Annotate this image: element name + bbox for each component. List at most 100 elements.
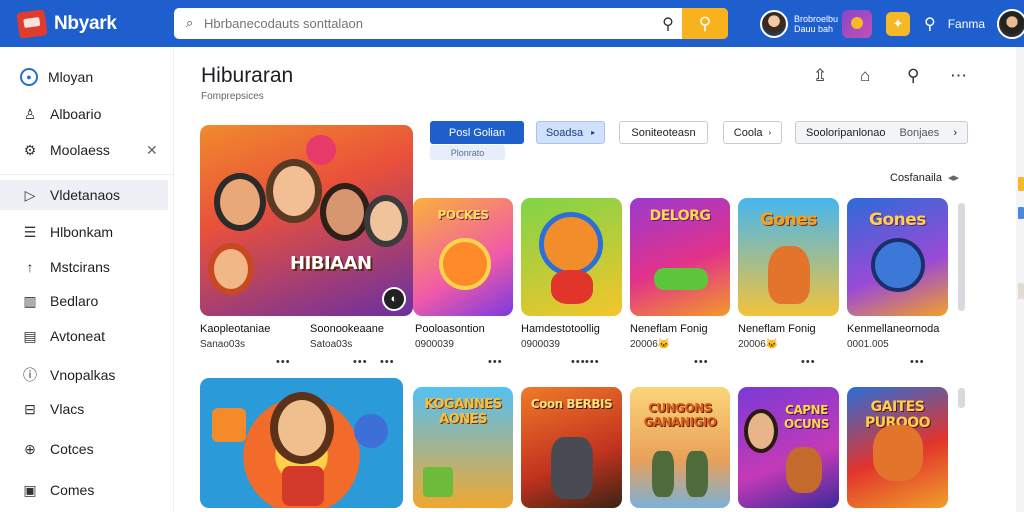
sidebar-item-label: Mloyan (48, 69, 94, 85)
game-meta: 0900039 (521, 339, 560, 350)
sidebar-item-label: Hlbonkam (50, 224, 114, 240)
user-name[interactable]: Fanma (948, 17, 985, 31)
search-button[interactable]: ⚲ (682, 8, 728, 39)
more-icon[interactable]: ••• (488, 356, 503, 368)
filter-dropdown-label: Soadsa (545, 126, 584, 139)
promo-text: Brobroelbu Dauu bah (794, 13, 839, 34)
logo-mark-icon (16, 8, 48, 39)
game-meta: 20006🐱 (738, 339, 779, 350)
game-title[interactable]: Kenmellaneornoda (847, 323, 939, 335)
sidebar-item-news[interactable]: ⓘ Vnopalkas (0, 360, 168, 390)
search-icon[interactable]: ⚲ (907, 66, 919, 86)
search-input[interactable] (174, 8, 654, 39)
game-thumbnail[interactable]: POCKES (413, 198, 513, 316)
game-title[interactable]: Neneflam Fonig (738, 323, 816, 335)
game-thumbnail[interactable]: GAITES PUROOO (847, 387, 948, 508)
filter-option-2-label: Coola (733, 126, 763, 139)
game-title[interactable]: Kaopleotaniae (200, 323, 270, 335)
more-icon[interactable]: ••• (910, 356, 925, 368)
game-meta: 0900039 (415, 339, 454, 350)
close-icon[interactable]: ✕ (146, 142, 158, 159)
game-thumbnail[interactable]: HIBIAAN ◐ (200, 125, 413, 316)
thumb-title: CUNGONS GANANIGIO (643, 401, 718, 429)
game-meta: 0001.005 (847, 339, 889, 350)
thumb-title: DELORG (649, 208, 711, 224)
sidebar-item-videos[interactable]: ▷ Vldetanaos (0, 180, 168, 210)
filter-combo-right: Bonjaes (899, 126, 940, 139)
more-icon[interactable]: ••• (694, 356, 709, 368)
header-search-icon[interactable]: ⚲ (924, 14, 936, 34)
primary-filter-button[interactable]: Posl Golian (430, 121, 524, 144)
scrollbar[interactable] (958, 203, 965, 311)
game-thumbnail[interactable]: Gones (847, 198, 948, 316)
game-thumbnail[interactable] (200, 378, 403, 508)
promo-avatar[interactable] (760, 9, 788, 38)
sidebar-item-trending[interactable]: ↑ Mstcirans (0, 252, 168, 282)
notification-icon[interactable]: ✦ (886, 11, 910, 36)
game-thumbnail[interactable]: DELORG (630, 198, 730, 316)
more-icon[interactable]: ••• (801, 356, 816, 368)
sidebar-item-games[interactable]: ▣ Comes (0, 475, 168, 505)
app-logo[interactable]: Nbyark (16, 8, 168, 39)
arrow-up-icon: ↑ (26, 259, 34, 275)
gear-icon: ⚙ (23, 141, 37, 158)
game-thumbnail[interactable] (521, 198, 622, 316)
header-actions: Brobroelbu Dauu bah ✦ ⚲ Fanma (760, 7, 1024, 40)
game-title[interactable]: Hamdestotoollig (521, 323, 600, 335)
play-icon[interactable]: ◐ (382, 287, 406, 311)
sidebar-item-courses[interactable]: ⊕ Cotces (0, 434, 168, 464)
more-icon[interactable]: ••• (380, 356, 395, 368)
sort-control[interactable]: Cosfanaila ◂▸ (890, 171, 959, 184)
grid-icon: ▤ (23, 327, 37, 344)
top-bar: Nbyark ⌕ ⚲ ⚲ Brobroelbu Dauu bah ✦ ⚲ Fan… (0, 0, 1024, 47)
filter-option-1[interactable]: Soniteoteasn (619, 121, 708, 144)
sidebar-item-charts[interactable]: ▥ Bedlaro (0, 286, 168, 316)
play-icon: ▷ (24, 186, 36, 203)
more-icon[interactable]: ••• (585, 356, 600, 368)
sidebar-item-saved[interactable]: ⊟ Vlacs (0, 394, 168, 424)
game-thumbnail[interactable]: KOGANNES AONES (413, 387, 513, 508)
search-icon[interactable]: ⚲ (654, 14, 682, 34)
game-title[interactable]: Pooloasontion (415, 323, 485, 335)
page-title: Hiburaran (201, 64, 294, 87)
sidebar-item-profile[interactable]: ♙ Alboario (0, 99, 168, 129)
sidebar-item-settings[interactable]: ⚙ Moolaess ✕ (0, 135, 168, 165)
more-icon[interactable]: ••• (353, 356, 368, 368)
sidebar-item-label: Cotces (50, 441, 94, 457)
sidebar-item-entertainment[interactable]: ☰ Hlbonkam (0, 217, 168, 247)
game-thumbnail[interactable]: Coon BERBIS (521, 387, 622, 508)
filter-dropdown[interactable]: Soadsa ▸ (536, 121, 605, 144)
user-avatar[interactable] (997, 8, 1024, 39)
more-icon[interactable]: ••• (571, 356, 586, 368)
scrollbar-thumb-2[interactable] (958, 388, 965, 408)
primary-filter-sub: Plonrato (430, 145, 505, 160)
filter-option-2[interactable]: Coola › (723, 121, 782, 144)
sort-arrow-icon: ◂▸ (947, 172, 960, 184)
game-thumbnail[interactable]: Gones (738, 198, 839, 316)
game-title[interactable]: Soonookeaane (310, 323, 384, 335)
sidebar-item-account[interactable]: ▤ Avtoneat (0, 321, 168, 351)
sort-label: Cosfanaila (890, 172, 942, 184)
game-thumbnail[interactable]: CUNGONS GANANIGIO (630, 387, 730, 508)
bookmark-icon: ⊟ (24, 400, 36, 417)
filter-combo[interactable]: Sooloripanlonao Bonjaes › (795, 121, 968, 144)
more-icon[interactable]: ⋯ (950, 66, 967, 86)
purple-game-icon[interactable] (842, 9, 872, 38)
globe-icon: ⊕ (24, 440, 36, 457)
more-icon[interactable]: ••• (276, 356, 291, 368)
game-thumbnail[interactable]: CAPNE OCUNS (738, 387, 839, 508)
sidebar-item-label: Vnopalkas (50, 367, 116, 383)
sidebar-item-home[interactable]: ● Mloyan (0, 62, 168, 92)
filter-combo-left: Sooloripanlonao (806, 126, 886, 139)
sidebar-item-label: Alboario (50, 106, 102, 122)
share-icon[interactable]: ⇫ (813, 66, 827, 86)
sidebar-item-label: Moolaess (50, 142, 110, 158)
thumb-title: CAPNE OCUNS (784, 403, 829, 431)
game-meta: Sanao03s (200, 339, 246, 350)
chevron-down-icon: ▸ (591, 128, 596, 137)
game-title[interactable]: Neneflam Fonig (630, 323, 708, 335)
home-icon[interactable]: ⌂ (860, 66, 870, 86)
person-icon: ♙ (23, 105, 37, 122)
sidebar-item-label: Vlacs (50, 401, 85, 417)
list-icon: ☰ (23, 223, 37, 240)
